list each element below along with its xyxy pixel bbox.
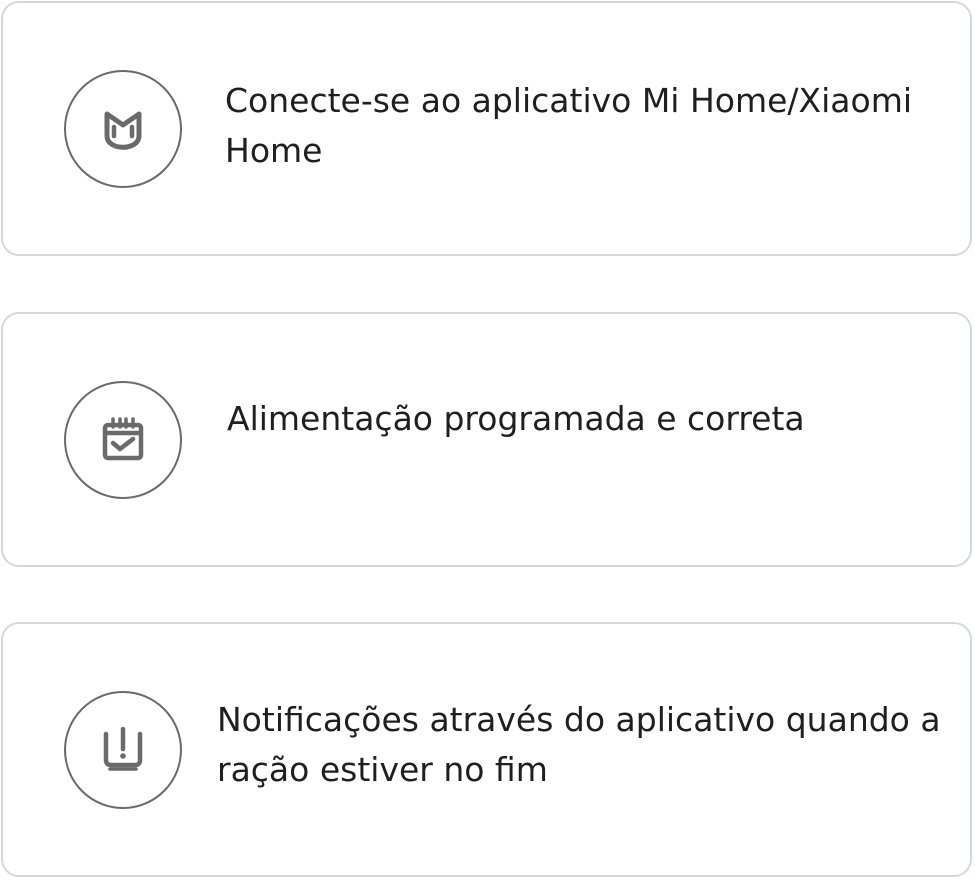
feature-text-scheduled-feeding: Alimentação programada e correta: [227, 399, 805, 438]
feature-card-app-connect: Conecte-se ao aplicativo Mi Home/Xiaomi …: [1, 1, 972, 256]
feature-card-scheduled-feeding: Alimentação programada e correta: [1, 312, 972, 567]
mi-home-icon: [64, 70, 182, 188]
feature-text-app-connect: Conecte-se ao aplicativo Mi Home/Xiaomi …: [225, 81, 913, 170]
feature-text-low-food-alert: Notificações através do aplicativo quand…: [217, 700, 941, 789]
calendar-check-icon: [64, 381, 182, 499]
feature-card-low-food-alert: Notificações através do aplicativo quand…: [1, 622, 972, 877]
bowl-alert-icon: [64, 691, 182, 809]
